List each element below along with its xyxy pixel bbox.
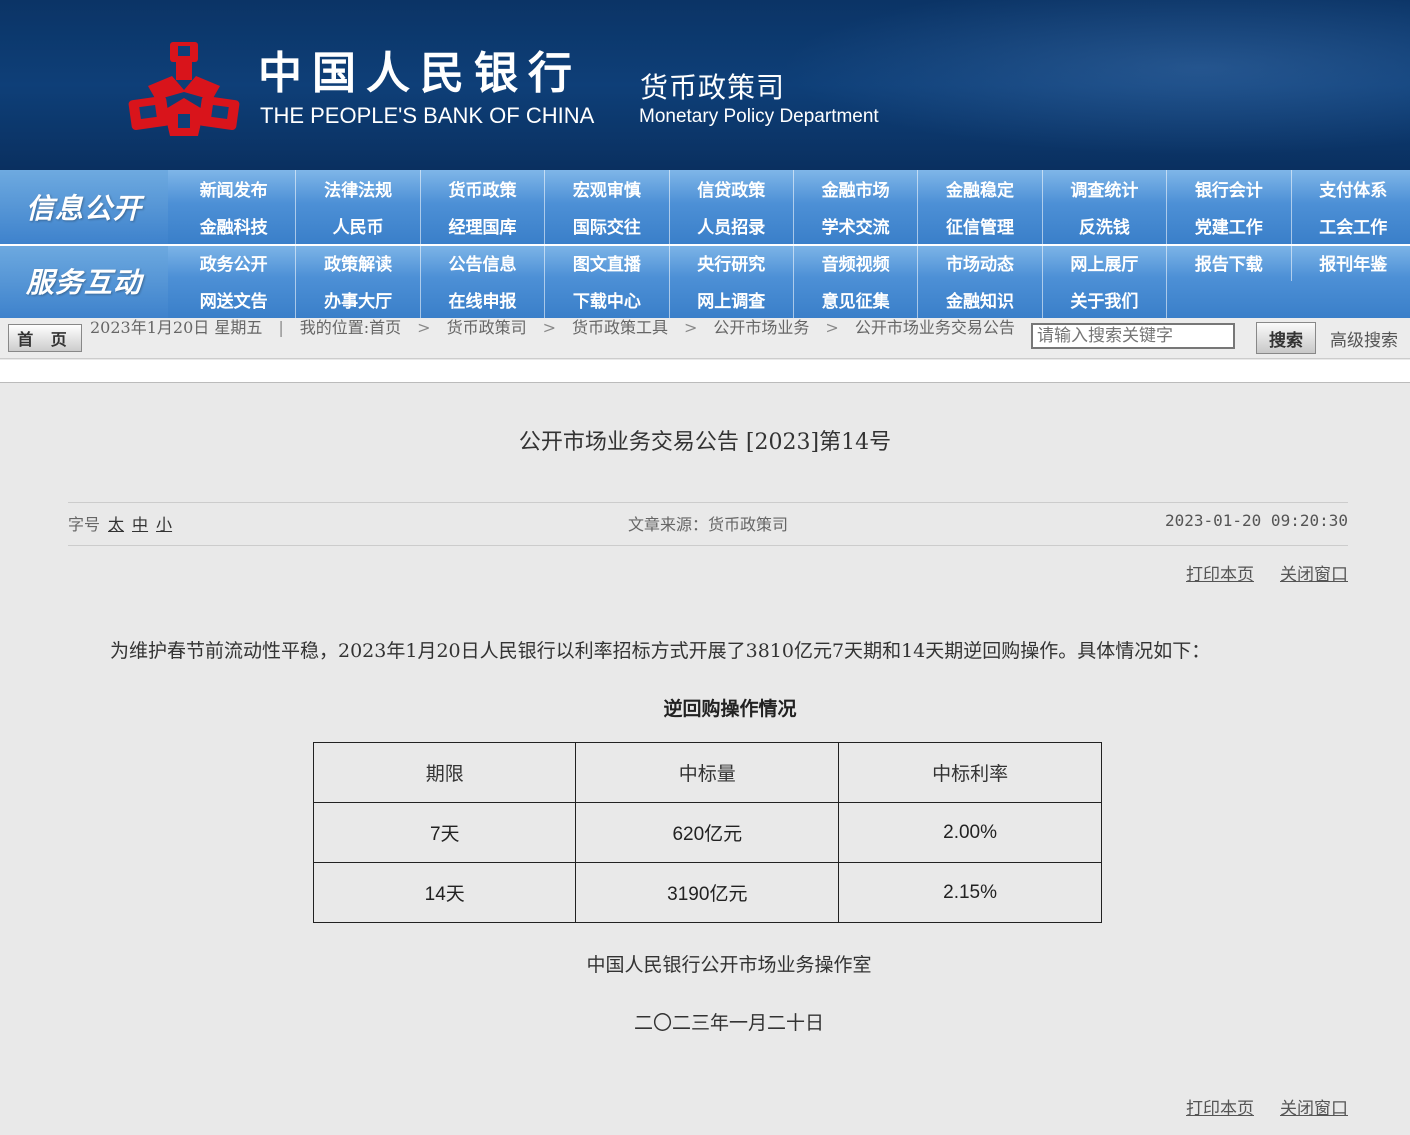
article-meta: 文章来源：货币政策司 字号太中小 2023-01-20 09:20:30 (68, 502, 1348, 546)
table-row: 14天 3190亿元 2.15% (312, 862, 1102, 923)
print-page-link[interactable]: 打印本页 (1186, 565, 1254, 585)
breadcrumb-bar: 首 页 2023年1月20日 星期五 | 我的位置:首页 > 货币政策司 > 货币政策工具 >… (0, 318, 1410, 359)
bank-name-cn: 中国人民银行 (258, 48, 582, 99)
info-nav-item[interactable]: 银行会计 (1167, 170, 1292, 207)
service-nav-item[interactable]: 政策解读 (296, 244, 421, 281)
info-nav-item[interactable]: 货币政策 (421, 170, 546, 207)
breadcrumb-link[interactable]: 货币政策司 (447, 318, 527, 337)
search-input[interactable] (1031, 323, 1235, 349)
table-header: 中标量 (575, 742, 840, 803)
service-nav-item[interactable]: 音频视频 (794, 244, 919, 281)
info-nav-item[interactable]: 学术交流 (794, 207, 919, 244)
home-button[interactable]: 首 页 (8, 324, 82, 352)
service-nav-item[interactable]: 金融知识 (918, 281, 1043, 318)
service-nav-item[interactable]: 办事大厅 (296, 281, 421, 318)
font-size-selector: 字号太中小 (68, 511, 172, 535)
info-nav-item[interactable]: 工会工作 (1292, 207, 1410, 244)
dept-name-cn: 货币政策司 (640, 71, 786, 104)
info-nav-item[interactable]: 人员招录 (670, 207, 794, 244)
article-title: 公开市场业务交易公告 [2023]第14号 (518, 430, 892, 455)
service-nav-item[interactable]: 报刊年鉴 (1292, 244, 1410, 281)
breadcrumb-link[interactable]: 货币政策工具 (572, 318, 668, 337)
publish-datetime: 2023-01-20 09:20:30 (1164, 511, 1348, 530)
breadcrumb: 2023年1月20日 星期五 | 我的位置:首页 > 货币政策司 > 货币政策工具 > 公开市场… (90, 318, 1015, 337)
table-cell: 2.00% (838, 802, 1102, 863)
service-nav-label: 服务互动 (0, 244, 168, 318)
sign-date: 二〇二三年一月二十日 (633, 1012, 824, 1034)
info-nav-item[interactable]: 宏观审慎 (545, 170, 670, 207)
info-nav-item[interactable]: 人民币 (296, 207, 421, 244)
info-nav-item[interactable]: 支付体系 (1292, 170, 1410, 207)
advanced-search-link[interactable]: 高级搜索 (1330, 326, 1398, 351)
service-nav-empty (1292, 281, 1410, 318)
service-nav-item[interactable]: 网送文告 (172, 281, 297, 318)
info-nav-item[interactable]: 金融市场 (794, 170, 919, 207)
reverse-repo-table: 期限 中标量 中标利率 7天 620亿元 2.00% 14天 3190亿元 2.… (312, 742, 1102, 923)
header-stripe (0, 360, 1410, 383)
current-date: 2023年1月20日 星期五 (90, 318, 263, 337)
close-window-link[interactable]: 关闭窗口 (1280, 565, 1348, 585)
info-nav-grid: 新闻发布 法律法规 货币政策 宏观审慎 信贷政策 金融市场 金融稳定 调查统计 银行会计 支付体系… (172, 170, 1410, 244)
breadcrumb-link[interactable]: 公开市场业务 (713, 318, 809, 337)
info-nav-item[interactable]: 调查统计 (1043, 170, 1168, 207)
print-page-link[interactable]: 打印本页 (1186, 1099, 1254, 1119)
info-nav-item[interactable]: 金融稳定 (918, 170, 1043, 207)
table-cell: 620亿元 (575, 802, 840, 863)
bank-name-en: THE PEOPLE'S BANK OF CHINA (260, 103, 595, 128)
info-nav-item[interactable]: 反洗钱 (1043, 207, 1168, 244)
info-nav-item[interactable]: 国际交往 (545, 207, 670, 244)
signature: 中国人民银行公开市场业务操作室 (586, 954, 872, 976)
table-header: 期限 (312, 742, 577, 803)
font-size-label: 字号 (68, 515, 101, 534)
service-nav-item[interactable]: 政务公开 (172, 244, 297, 281)
table-cell: 7天 (312, 802, 577, 863)
site-header: 中国人民银行 THE PEOPLE'S BANK OF CHINA 货币政策司 … (0, 0, 1410, 170)
table-cell: 14天 (312, 862, 577, 923)
breadcrumb-current[interactable]: 公开市场业务交易公告 (855, 318, 1015, 337)
service-nav-item[interactable]: 网上调查 (670, 281, 794, 318)
article-source: 文章来源：货币政策司 (627, 515, 788, 534)
article-tools-top: 打印本页 关闭窗口 (1160, 560, 1348, 585)
article-tools-bottom: 打印本页 关闭窗口 (1160, 1094, 1348, 1119)
table-cell: 2.15% (838, 862, 1102, 923)
search-button[interactable]: 搜索 (1256, 322, 1316, 354)
info-nav-item[interactable]: 法律法规 (296, 170, 421, 207)
service-nav-item[interactable]: 在线申报 (421, 281, 546, 318)
font-size-small[interactable]: 小 (156, 515, 172, 534)
pboc-emblem-icon (128, 42, 240, 136)
info-nav-item[interactable]: 新闻发布 (172, 170, 297, 207)
close-window-link[interactable]: 关闭窗口 (1280, 1099, 1348, 1119)
info-nav-item[interactable]: 金融科技 (172, 207, 297, 244)
service-nav-item[interactable]: 图文直播 (545, 244, 670, 281)
info-nav-band: 信息公开 新闻发布 法律法规 货币政策 宏观审慎 信贷政策 金融市场 金融稳定 调查统计 银行会… (0, 170, 1410, 244)
info-nav-item[interactable]: 信贷政策 (670, 170, 794, 207)
nav-divider (0, 244, 1410, 246)
table-row: 7天 620亿元 2.00% (312, 802, 1102, 863)
table-title: 逆回购操作情况 (663, 698, 797, 720)
info-nav-item[interactable]: 党建工作 (1167, 207, 1292, 244)
font-size-medium[interactable]: 中 (132, 515, 148, 534)
service-nav-item[interactable]: 报告下载 (1167, 244, 1292, 281)
service-nav-empty (1167, 281, 1291, 318)
service-nav-item[interactable]: 市场动态 (918, 244, 1043, 281)
article-paragraph: 为维护春节前流动性平稳，2023年1月20日人民银行以利率招标方式开展了3810… (110, 640, 1211, 662)
table-header: 中标利率 (838, 742, 1102, 803)
font-size-large[interactable]: 太 (108, 515, 124, 534)
info-nav-label: 信息公开 (0, 170, 168, 244)
service-nav-item[interactable]: 意见征集 (794, 281, 919, 318)
table-cell: 3190亿元 (575, 862, 840, 923)
service-nav-grid: 政务公开 政策解读 公告信息 图文直播 央行研究 音频视频 市场动态 网上展厅 报告下载 报刊年鉴… (172, 244, 1410, 318)
table-header-row: 期限 中标量 中标利率 (312, 742, 1102, 803)
info-nav-item[interactable]: 征信管理 (918, 207, 1043, 244)
service-nav-item[interactable]: 关于我们 (1043, 281, 1168, 318)
service-nav-band: 服务互动 政务公开 政策解读 公告信息 图文直播 央行研究 音频视频 市场动态 网上展厅 报告下… (0, 244, 1410, 318)
service-nav-item[interactable]: 网上展厅 (1043, 244, 1168, 281)
info-nav-item[interactable]: 经理国库 (421, 207, 546, 244)
service-nav-item[interactable]: 央行研究 (670, 244, 794, 281)
service-nav-item[interactable]: 公告信息 (421, 244, 546, 281)
dept-name-en: Monetary Policy Department (639, 106, 879, 127)
breadcrumb-home-link[interactable]: 我的位置:首页 (300, 318, 401, 337)
service-nav-item[interactable]: 下载中心 (545, 281, 670, 318)
